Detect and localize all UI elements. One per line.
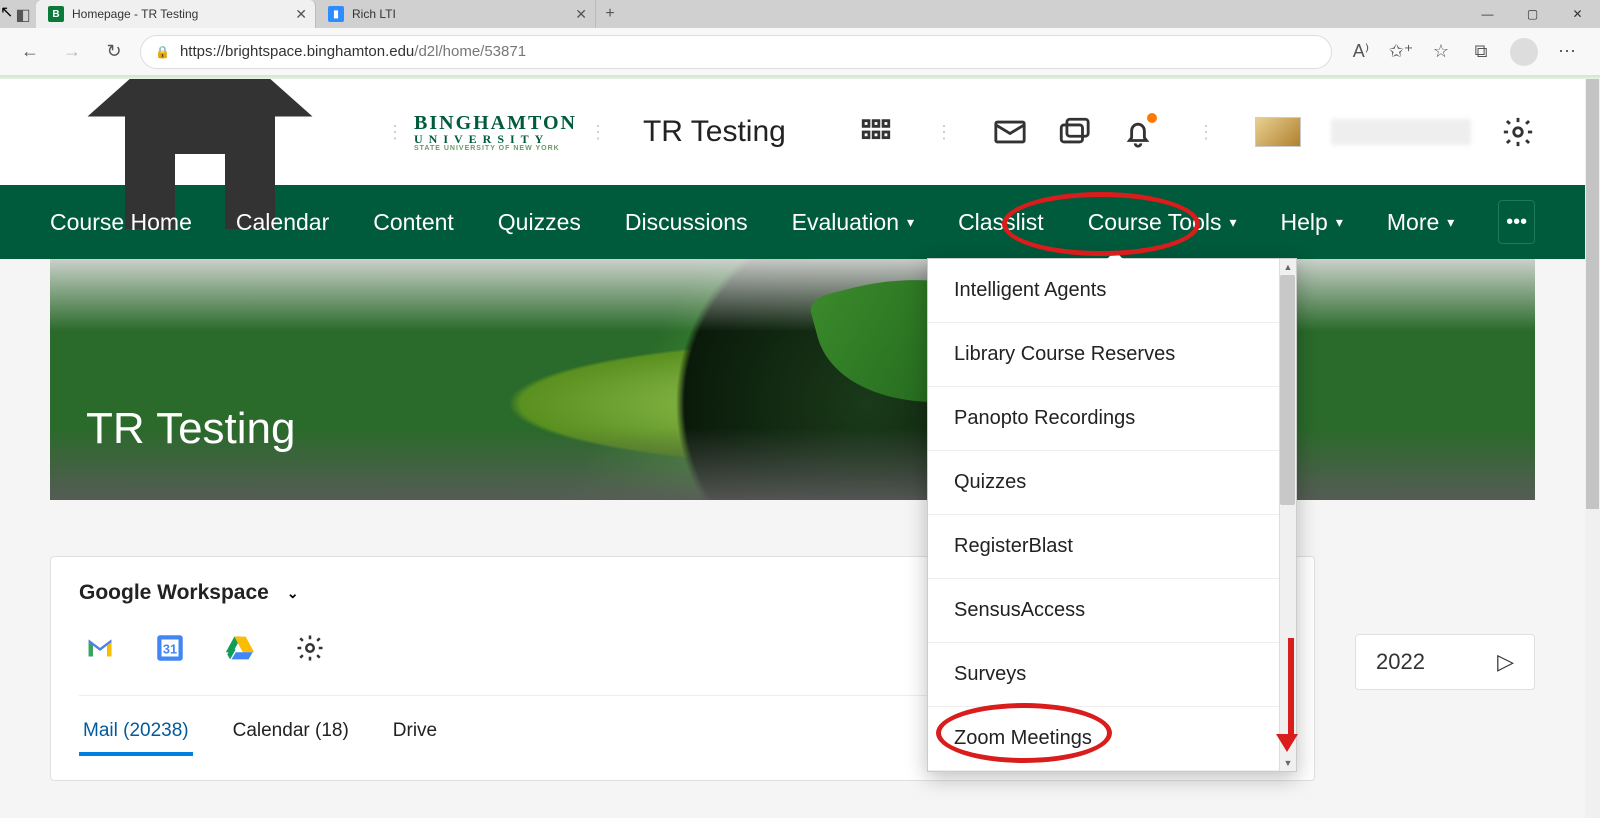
nav-course-home[interactable]: Course Home — [50, 209, 192, 236]
scrollbar-thumb[interactable] — [1280, 275, 1295, 505]
scrollbar-thumb[interactable] — [1586, 79, 1599, 509]
nav-help[interactable]: Help▾ — [1281, 209, 1343, 236]
separator-dots-icon: ⋮ — [1197, 122, 1213, 143]
user-avatar[interactable] — [1255, 117, 1301, 147]
messages-icon[interactable] — [993, 115, 1027, 149]
forward-button[interactable]: → — [56, 36, 88, 68]
logo-line1: BINGHAMTON — [414, 113, 577, 133]
settings-gear-icon[interactable] — [293, 631, 327, 665]
browser-tab[interactable]: ▮ Rich LTI ✕ — [316, 0, 596, 28]
close-tab-icon[interactable]: ✕ — [295, 6, 307, 23]
scroll-up-arrow-icon[interactable]: ▲ — [1280, 259, 1296, 275]
nav-more[interactable]: More▾ — [1387, 209, 1454, 236]
widget-title: Google Workspace — [79, 581, 269, 605]
browser-menu-icon[interactable]: ⋯ — [1556, 41, 1578, 63]
subscriptions-icon[interactable] — [1057, 115, 1091, 149]
favicon-icon: B — [48, 6, 64, 22]
collections-icon[interactable]: ⧉ — [1470, 41, 1492, 63]
settings-gear-icon[interactable] — [1501, 115, 1535, 149]
app-header: ⋮ BINGHAMTON UNIVERSITY STATE UNIVERSITY… — [0, 79, 1585, 185]
tab-actions-icon[interactable]: ◧ — [10, 2, 36, 28]
nav-calendar[interactable]: Calendar — [236, 209, 329, 236]
dropdown-scrollbar[interactable]: ▲ ▼ — [1279, 259, 1296, 771]
gmail-icon[interactable] — [83, 631, 117, 665]
calendar-year: 2022 — [1376, 649, 1425, 675]
refresh-button[interactable]: ↻ — [98, 36, 130, 68]
profile-avatar-icon[interactable] — [1510, 38, 1538, 66]
logo-line2: UNIVERSITY — [414, 133, 577, 145]
tab-title: Rich LTI — [352, 7, 396, 21]
chevron-down-icon: ▾ — [907, 214, 914, 231]
maximize-button[interactable]: ▢ — [1510, 0, 1555, 28]
chevron-down-icon: ▾ — [1336, 214, 1343, 231]
browser-toolbar: ← → ↻ 🔒 https://brightspace.binghamton.e… — [0, 28, 1600, 76]
nav-overflow-button[interactable]: ••• — [1498, 200, 1535, 244]
home-icon[interactable] — [50, 79, 350, 286]
gw-tab-drive[interactable]: Drive — [389, 714, 441, 756]
gw-tab-mail[interactable]: Mail (20238) — [79, 714, 193, 756]
dropdown-item[interactable]: Intelligent Agents — [928, 259, 1296, 323]
new-tab-button[interactable]: + — [596, 0, 624, 28]
url-path: /d2l/home/53871 — [414, 43, 526, 60]
nav-content[interactable]: Content — [373, 209, 454, 236]
cursor-icon: ↖ — [0, 2, 13, 22]
favorite-add-icon[interactable]: ✩⁺ — [1390, 41, 1412, 63]
close-window-button[interactable]: ✕ — [1555, 0, 1600, 28]
notification-badge — [1147, 113, 1157, 123]
url-host: https://brightspace.binghamton.edu — [180, 43, 414, 60]
page-scrollbar[interactable] — [1585, 79, 1600, 818]
minimize-button[interactable]: — — [1465, 0, 1510, 28]
gw-tab-calendar[interactable]: Calendar (18) — [229, 714, 353, 756]
favicon-icon: ▮ — [328, 6, 344, 22]
dropdown-item-zoom-meetings[interactable]: Zoom Meetings — [928, 707, 1296, 771]
browser-tab[interactable]: B Homepage - TR Testing ✕ — [36, 0, 316, 28]
notifications-bell-icon[interactable] — [1121, 115, 1155, 149]
window-controls: — ▢ ✕ — [1465, 0, 1600, 28]
university-logo[interactable]: BINGHAMTON UNIVERSITY STATE UNIVERSITY O… — [414, 113, 577, 152]
separator-dots-icon: ⋮ — [935, 122, 951, 143]
back-button[interactable]: ← — [14, 36, 46, 68]
dropdown-item[interactable]: Panopto Recordings — [928, 387, 1296, 451]
dropdown-item[interactable]: Quizzes — [928, 451, 1296, 515]
google-calendar-icon[interactable]: 31 — [153, 631, 187, 665]
banner-image — [50, 259, 1535, 500]
address-bar[interactable]: 🔒 https://brightspace.binghamton.edu/d2l… — [140, 35, 1332, 69]
dropdown-item[interactable]: RegisterBlast — [928, 515, 1296, 579]
apps-grid-icon[interactable] — [859, 115, 893, 149]
browser-tab-strip: ◧ B Homepage - TR Testing ✕ ▮ Rich LTI ✕… — [0, 0, 1600, 28]
course-tools-dropdown: Intelligent Agents Library Course Reserv… — [927, 258, 1297, 772]
dropdown-item[interactable]: SensusAccess — [928, 579, 1296, 643]
separator-dots-icon: ⋮ — [589, 122, 605, 143]
chevron-down-icon: ▾ — [1447, 214, 1454, 231]
next-arrow-icon[interactable]: ▷ — [1497, 649, 1514, 675]
user-name[interactable] — [1331, 119, 1471, 145]
tab-title: Homepage - TR Testing — [72, 7, 198, 21]
dropdown-item[interactable]: Library Course Reserves — [928, 323, 1296, 387]
close-tab-icon[interactable]: ✕ — [575, 6, 587, 23]
google-drive-icon[interactable] — [223, 631, 257, 665]
svg-text:31: 31 — [163, 642, 177, 657]
lock-icon: 🔒 — [155, 45, 170, 59]
logo-line3: STATE UNIVERSITY OF NEW YORK — [414, 145, 577, 152]
course-title[interactable]: TR Testing — [643, 115, 786, 149]
nav-evaluation[interactable]: Evaluation▾ — [792, 209, 914, 236]
dropdown-item[interactable]: Surveys — [928, 643, 1296, 707]
dropdown-arrow-icon — [1106, 251, 1124, 260]
banner-title: TR Testing — [86, 404, 296, 454]
nav-classlist[interactable]: Classlist — [958, 209, 1044, 236]
calendar-year-widget: 2022 ▷ — [1355, 634, 1535, 690]
chevron-down-icon: ▾ — [1230, 214, 1237, 231]
separator-dots-icon: ⋮ — [386, 122, 402, 143]
scroll-down-arrow-icon[interactable]: ▼ — [1280, 755, 1296, 771]
nav-course-tools[interactable]: Course Tools▾ — [1088, 209, 1237, 236]
course-banner: TR Testing — [50, 259, 1535, 500]
read-aloud-icon[interactable]: A⁾ — [1350, 41, 1372, 63]
chevron-down-icon[interactable]: ⌄ — [287, 585, 299, 602]
nav-discussions[interactable]: Discussions — [625, 209, 748, 236]
favorites-icon[interactable]: ☆ — [1430, 41, 1452, 63]
nav-quizzes[interactable]: Quizzes — [498, 209, 581, 236]
